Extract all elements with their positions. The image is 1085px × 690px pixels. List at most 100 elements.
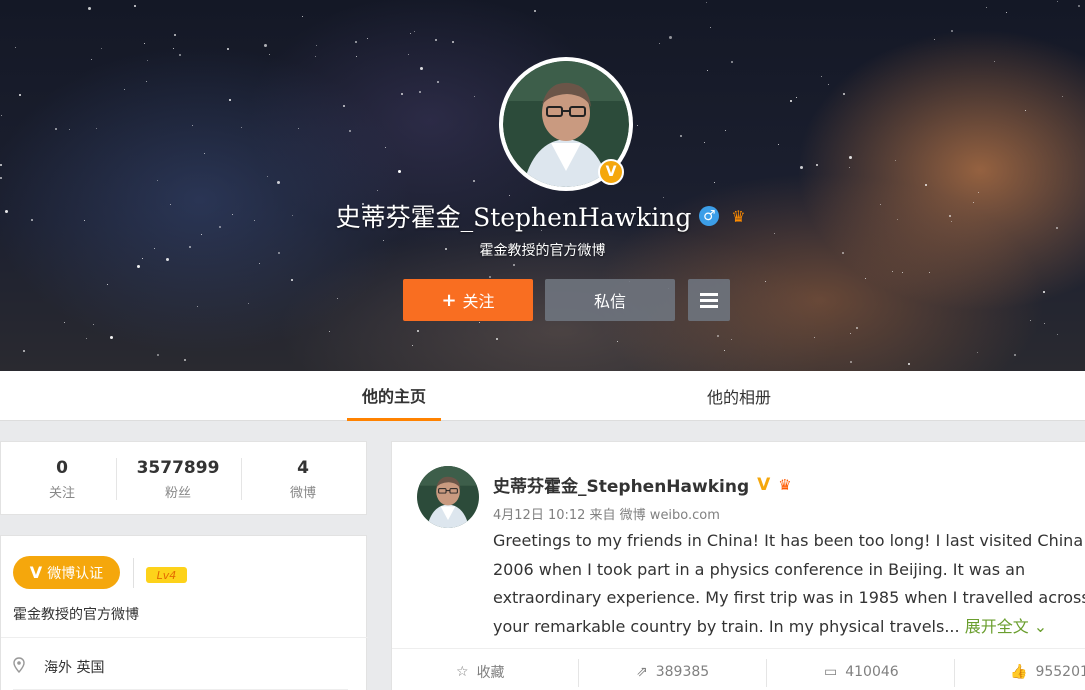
star	[790, 100, 792, 102]
star	[197, 306, 198, 307]
info-card: V 微博认证 Lv4 霍金教授的官方微博 海外 英国	[0, 535, 368, 690]
star	[925, 184, 927, 186]
star	[1044, 323, 1045, 324]
star	[513, 264, 515, 266]
post-author-name[interactable]: 史蒂芬霍金_StephenHawking	[493, 472, 749, 497]
star	[229, 99, 231, 101]
star	[452, 41, 454, 43]
star	[277, 181, 280, 184]
divider	[1, 637, 368, 638]
comment-icon: ▭	[824, 664, 838, 680]
level-badge[interactable]: Lv4	[146, 567, 187, 583]
chevron-down-icon: ⌄	[1033, 616, 1048, 636]
star	[714, 182, 715, 183]
star	[124, 89, 125, 90]
star	[800, 166, 803, 169]
star	[146, 81, 147, 82]
star	[704, 142, 705, 143]
post-author-row: 史蒂芬霍金_StephenHawking V ♛	[493, 472, 792, 498]
star	[356, 56, 357, 57]
message-button[interactable]: 私信	[545, 279, 675, 321]
star	[134, 5, 136, 7]
star	[204, 153, 205, 154]
star	[259, 263, 260, 264]
star	[994, 61, 995, 62]
star	[908, 363, 910, 365]
star	[1014, 354, 1016, 356]
stat-followers[interactable]: 3577899 粉丝	[117, 442, 239, 516]
location-text: 海外 英国	[44, 660, 105, 676]
profile-cover: V 史蒂芬霍金_StephenHawking ♂ ♛ 霍金教授的官方微博 + 关…	[0, 0, 1085, 371]
star	[93, 324, 94, 325]
star	[15, 47, 16, 48]
favorite-label: 收藏	[476, 665, 505, 681]
more-menu-button[interactable]	[688, 279, 730, 321]
star	[978, 192, 979, 193]
profile-name-row: 史蒂芬霍金_StephenHawking ♂ ♛	[0, 198, 1085, 234]
star	[241, 127, 242, 128]
star	[725, 130, 726, 131]
post-meta[interactable]: 4月12日 10:12 来自 微博 weibo.com	[493, 504, 720, 523]
star	[137, 265, 140, 268]
post-action-bar: ☆ 收藏 ⇗ 389385 ▭ 410046 👍 955201	[392, 648, 1085, 690]
location-pin-icon	[13, 657, 27, 675]
comment-button[interactable]: ▭ 410046	[824, 649, 899, 690]
star	[329, 331, 330, 332]
star	[55, 128, 57, 130]
stat-followers-label: 粉丝	[164, 486, 191, 501]
divider	[766, 659, 767, 687]
star	[731, 61, 733, 63]
favorite-button[interactable]: ☆ 收藏	[456, 649, 505, 690]
star	[951, 30, 953, 32]
star	[174, 34, 176, 36]
comment-count: 410046	[845, 664, 899, 680]
star	[349, 130, 351, 132]
post-author-avatar[interactable]	[417, 466, 479, 528]
like-count: 955201	[1035, 664, 1085, 680]
star	[1057, 334, 1058, 335]
star	[157, 180, 158, 181]
divider	[954, 659, 955, 687]
plus-icon: +	[441, 289, 457, 311]
star	[707, 70, 708, 71]
feed-post: 史蒂芬霍金_StephenHawking V ♛ 4月12日 10:12 来自 …	[391, 441, 1085, 690]
star	[144, 43, 145, 44]
star	[248, 303, 249, 304]
vip-crown-icon[interactable]: ♛	[727, 206, 749, 226]
stat-following[interactable]: 0 关注	[1, 442, 123, 516]
star	[23, 350, 25, 352]
repost-button[interactable]: ⇗ 389385	[636, 649, 709, 690]
star	[816, 164, 818, 166]
star	[184, 359, 186, 361]
star	[1030, 320, 1031, 321]
star	[479, 322, 480, 323]
share-icon: ⇗	[636, 664, 648, 680]
tab-home[interactable]: 他的主页	[347, 371, 441, 421]
star	[343, 105, 345, 107]
star	[489, 276, 491, 278]
tab-album[interactable]: 他的相册	[690, 371, 788, 421]
star	[706, 2, 707, 3]
star	[91, 59, 92, 60]
verified-badge-icon: V	[598, 159, 624, 185]
star	[1057, 1, 1058, 2]
star	[849, 167, 850, 168]
star	[227, 48, 229, 50]
follow-button[interactable]: + 关注	[403, 279, 533, 321]
expand-label: 展开全文	[964, 616, 1029, 636]
weibo-certification-badge[interactable]: V 微博认证	[13, 556, 120, 589]
stat-following-label: 关注	[48, 486, 75, 501]
repost-count: 389385	[655, 664, 710, 680]
divider	[578, 659, 579, 687]
stat-posts-label: 微博	[289, 486, 316, 501]
star	[637, 125, 638, 126]
divider	[133, 558, 134, 588]
expand-full-text-link[interactable]: 展开全文 ⌄	[965, 617, 1048, 636]
like-button[interactable]: 👍 955201	[1010, 649, 1085, 690]
vip-crown-icon[interactable]: ♛	[778, 476, 791, 494]
star	[496, 338, 498, 340]
star	[474, 96, 475, 97]
star	[401, 93, 403, 95]
star	[1043, 291, 1045, 293]
stat-posts[interactable]: 4 微博	[242, 442, 364, 516]
